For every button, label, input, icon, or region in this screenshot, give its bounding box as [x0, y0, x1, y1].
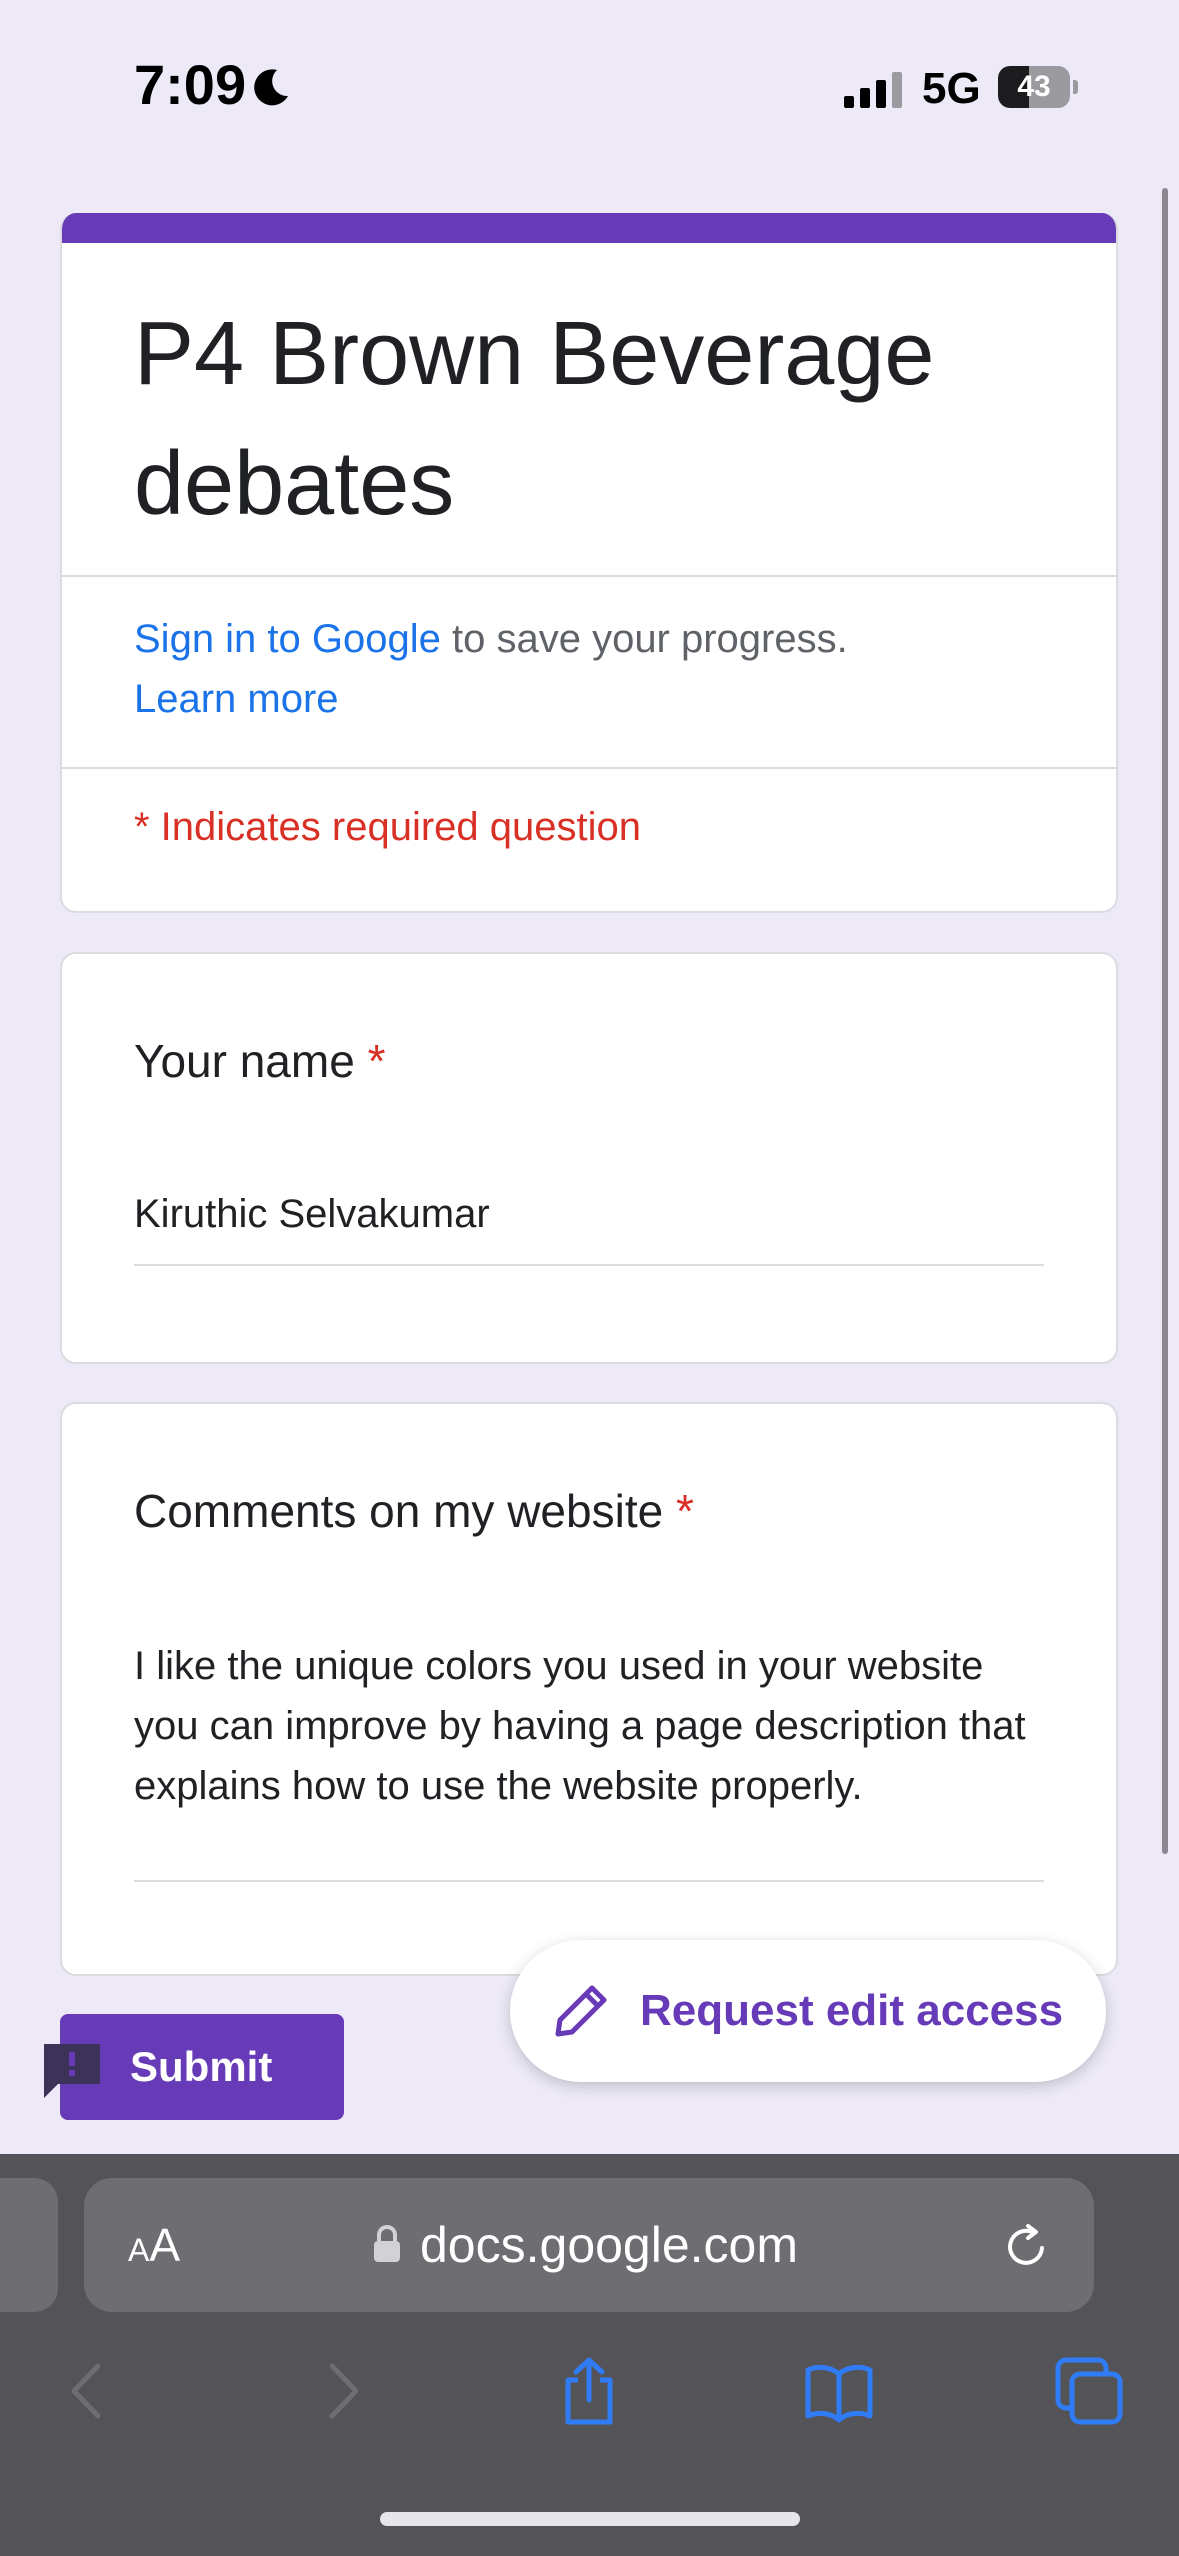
request-edit-label: Request edit access — [640, 1986, 1064, 2035]
request-edit-access-button[interactable]: Request edit access — [510, 1940, 1106, 2082]
question-label: Your name * — [134, 1034, 385, 1088]
form-title: P4 Brown Beverage debates — [134, 304, 935, 534]
signin-rest-text: to save your progress. — [440, 617, 848, 661]
question-label: Comments on my website * — [134, 1484, 694, 1538]
battery-icon: 43 — [998, 66, 1078, 108]
input-underline — [134, 1264, 1044, 1266]
forward-icon[interactable] — [306, 2356, 376, 2426]
required-note: * Indicates required question — [134, 805, 641, 849]
lock-icon — [374, 2225, 400, 2262]
feedback-icon[interactable] — [40, 2038, 104, 2102]
text-size-button[interactable]: AA — [128, 2178, 180, 2317]
comments-textarea[interactable]: I like the unique colors you used in you… — [134, 1636, 1044, 1816]
reload-icon[interactable] — [1002, 2222, 1050, 2270]
input-underline — [134, 1880, 1044, 1882]
network-label: 5G — [922, 64, 981, 113]
learn-more-link[interactable]: Learn more — [134, 677, 339, 721]
form-header-card: P4 Brown Beverage debates Sign in to Goo… — [60, 213, 1118, 913]
tabs-icon[interactable] — [1054, 2356, 1124, 2426]
signal-icon — [844, 72, 902, 108]
address-bar[interactable]: AA docs.google.com — [84, 2178, 1094, 2312]
name-input[interactable]: Kiruthic Selvakumar — [134, 1184, 1044, 1244]
question-label-text: Comments on my website — [134, 1485, 664, 1537]
header-accent-bar — [62, 213, 1116, 243]
moon-icon — [254, 69, 288, 106]
divider — [62, 767, 1116, 769]
question-card-comments: Comments on my website * I like the uniq… — [60, 1402, 1118, 1976]
back-icon[interactable] — [54, 2356, 124, 2426]
battery-percentage: 43 — [1017, 70, 1051, 103]
status-time: 7:09 — [134, 53, 247, 116]
required-star: * — [367, 1035, 386, 1087]
sign-in-link[interactable]: Sign in to Google — [134, 617, 441, 661]
bookmarks-icon[interactable] — [804, 2356, 874, 2426]
page-scrollbar[interactable] — [1162, 188, 1168, 1854]
required-star: * — [675, 1485, 694, 1537]
previous-tab-preview[interactable] — [0, 2178, 58, 2312]
divider — [62, 575, 1116, 577]
home-indicator — [380, 2512, 800, 2526]
pencil-icon — [555, 1985, 607, 2037]
question-label-text: Your name — [134, 1035, 355, 1087]
question-card-name: Your name * Kiruthic Selvakumar — [60, 952, 1118, 1364]
share-icon[interactable] — [554, 2356, 624, 2426]
status-bar: 7:09 5G 43 — [0, 0, 1179, 150]
url-text: docs.google.com — [420, 2217, 799, 2273]
signin-message: Sign in to Google to save your progress.… — [134, 609, 1034, 729]
